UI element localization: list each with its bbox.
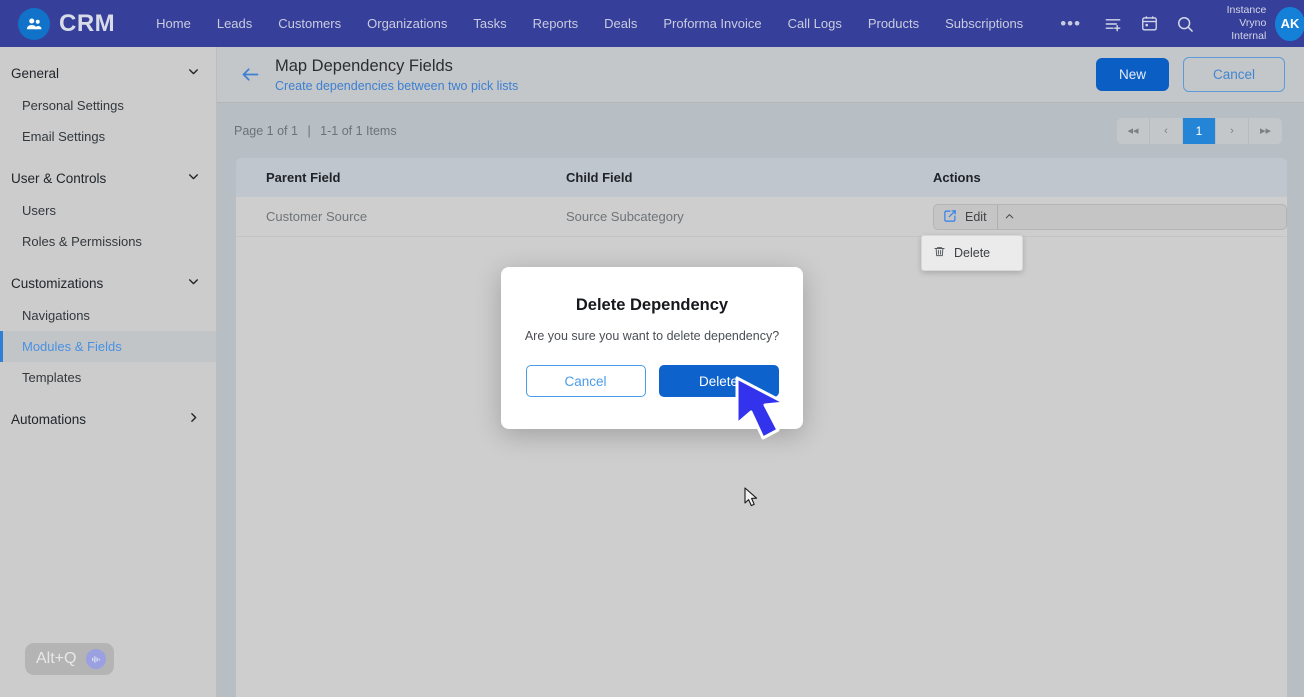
edit-button-label: Edit [965,209,987,224]
alt-q-shortcut-badge[interactable]: Alt+Q [25,643,115,675]
sidebar-group-label: User & Controls [11,170,107,186]
chevron-down-icon[interactable] [187,170,200,186]
sidebar-item-personal-settings[interactable]: Personal Settings [0,90,216,121]
dialog-message: Are you sure you want to delete dependen… [524,329,780,343]
search-icon[interactable] [1172,9,1198,39]
next-page-button[interactable]: › [1216,117,1249,144]
nav-link-organizations[interactable]: Organizations [354,10,460,37]
actions-dropdown-menu: Delete [921,234,1023,271]
nav-link-tasks[interactable]: Tasks [460,10,519,37]
pagination-info: Page 1 of 1 | 1-1 of 1 Items [234,124,397,138]
pagination-bar: Page 1 of 1 | 1-1 of 1 Items ◂◂ ‹ 1 › ▸▸ [217,103,1304,158]
sidebar-group-general[interactable]: General [0,56,216,90]
page-header: Map Dependency Fields Create dependencie… [217,47,1304,103]
page-header-actions: New Cancel [1095,57,1285,92]
brand-name: CRM [59,9,116,37]
sidebar-group-user-controls[interactable]: User & Controls [0,161,216,195]
actions-split-button-wrap: Edit Delete [921,203,1287,271]
first-page-button[interactable]: ◂◂ [1117,117,1150,144]
items-count-text: 1-1 of 1 Items [320,123,397,138]
nav-link-reports[interactable]: Reports [520,10,592,37]
nav-links: Home Leads Customers Organizations Tasks… [143,10,1095,37]
page-count-text: Page 1 of 1 [234,123,298,138]
dropdown-item-delete[interactable]: Delete [922,242,1022,264]
nav-link-products[interactable]: Products [855,10,932,37]
chevron-down-icon[interactable] [187,65,200,81]
column-header-actions: Actions [933,170,981,185]
prev-page-button[interactable]: ‹ [1150,117,1183,144]
sidebar-group-customizations[interactable]: Customizations [0,266,216,300]
dialog-cancel-button[interactable]: Cancel [525,365,646,397]
nav-link-subscriptions[interactable]: Subscriptions [932,10,1036,37]
sidebar: General Personal Settings Email Settings… [0,47,217,697]
nav-link-customers[interactable]: Customers [265,10,354,37]
edit-split-button[interactable]: Edit [933,203,1287,230]
edit-square-icon [943,208,958,226]
pagination-controls: ◂◂ ‹ 1 › ▸▸ [1117,117,1282,144]
sidebar-item-users[interactable]: Users [0,195,216,226]
chevron-right-icon[interactable] [187,411,200,427]
instance-name: Vryno Internal [1231,16,1267,43]
pagination-separator: | [307,123,311,138]
dialog-delete-button[interactable]: Delete [658,365,779,397]
nav-link-proforma-invoice[interactable]: Proforma Invoice [650,10,774,37]
list-add-icon[interactable] [1100,9,1126,39]
delete-dependency-dialog: Delete Dependency Are you sure you want … [501,267,803,429]
new-button[interactable]: New [1095,58,1169,91]
avatar[interactable]: AK [1275,6,1304,41]
app-root: CRM Home Leads Customers Organizations T… [0,0,1304,697]
table-header-row: Parent Field Child Field Actions [236,158,1287,197]
sidebar-group-label: Automations [11,411,87,427]
sidebar-group-label: Customizations [11,275,104,291]
cell-parent-field: Customer Source [266,209,368,224]
nav-link-leads[interactable]: Leads [204,10,265,37]
sidebar-group-label: General [11,65,60,81]
sidebar-item-email-settings[interactable]: Email Settings [0,121,216,152]
instance-label: Instance [1226,3,1267,16]
sidebar-item-modules-fields[interactable]: Modules & Fields [0,331,216,362]
edit-button[interactable]: Edit [934,208,997,226]
last-page-button[interactable]: ▸▸ [1249,118,1282,144]
sidebar-item-templates[interactable]: Templates [0,362,216,393]
chevron-up-icon[interactable] [996,204,1021,229]
cancel-header-button[interactable]: Cancel [1182,57,1285,92]
page-subtitle[interactable]: Create dependencies between two pick lis… [275,79,518,93]
nav-more-icon[interactable]: ••• [1046,14,1095,34]
column-header-child-field: Child Field [566,170,633,185]
sidebar-item-navigations[interactable]: Navigations [0,300,216,331]
sidebar-group-automations[interactable]: Automations [0,402,216,436]
alt-q-label: Alt+Q [36,650,77,667]
column-header-parent-field: Parent Field [266,170,341,185]
arrow-left-icon[interactable] [240,64,261,85]
page-title: Map Dependency Fields [275,56,453,75]
page-header-text: Map Dependency Fields Create dependencie… [275,56,518,94]
voice-waveform-icon [86,649,107,669]
cell-child-field: Source Subcategory [566,209,684,224]
user-group-icon [18,7,50,40]
cell-actions: Edit Delete [921,203,1287,271]
dialog-actions: Cancel Delete [525,365,779,397]
top-navigation-bar: CRM Home Leads Customers Organizations T… [0,0,1304,47]
chevron-down-icon[interactable] [187,275,200,291]
nav-link-deals[interactable]: Deals [591,10,650,37]
brand[interactable]: CRM [18,7,116,40]
sidebar-item-roles-permissions[interactable]: Roles & Permissions [0,226,216,257]
instance-info[interactable]: Instance Vryno Internal [1210,3,1267,43]
trash-icon [933,245,946,261]
table-row: Customer Source Source Subcategory Edit … [236,197,1287,271]
page-number-button[interactable]: 1 [1183,117,1216,144]
dialog-title: Delete Dependency [575,296,729,314]
dropdown-item-label: Delete [954,245,991,260]
nav-right-tools: Instance Vryno Internal AK [1095,4,1304,43]
calendar-icon[interactable] [1136,9,1162,39]
nav-link-call-logs[interactable]: Call Logs [775,10,855,37]
nav-link-home[interactable]: Home [143,10,204,37]
